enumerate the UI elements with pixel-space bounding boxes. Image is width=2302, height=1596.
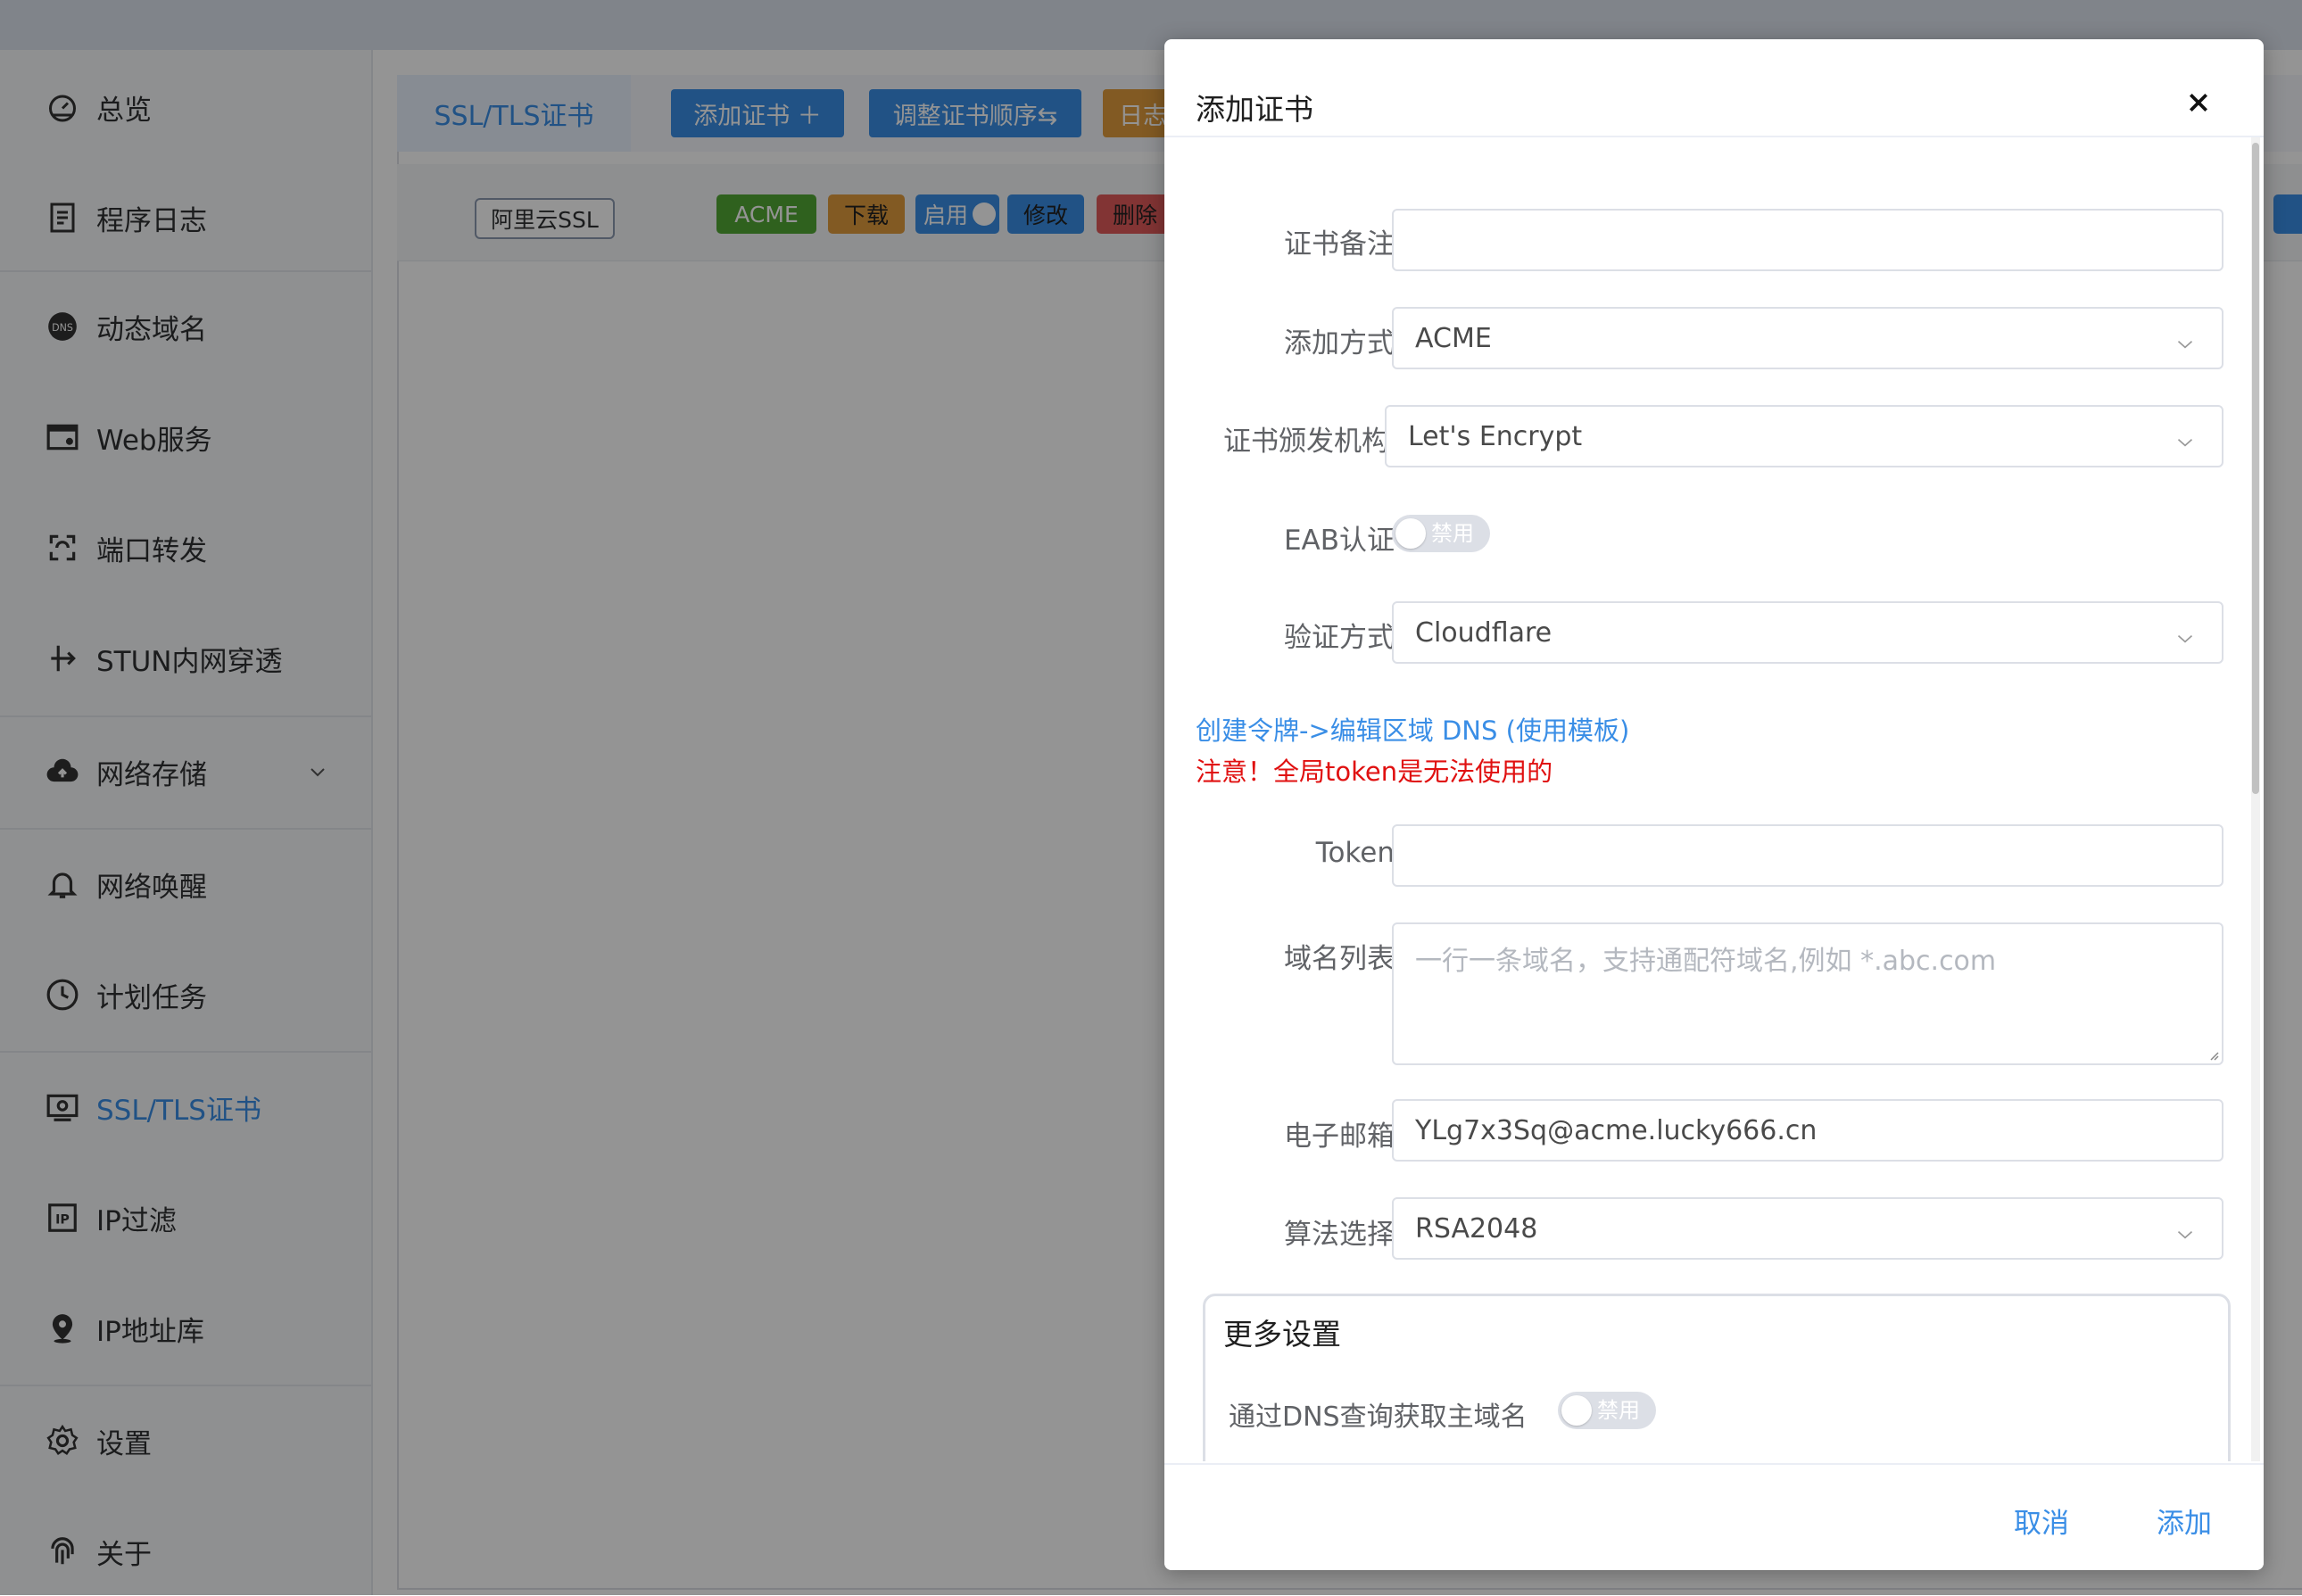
method-value: ACME <box>1415 322 1492 354</box>
confirm-add-button[interactable]: 添加 <box>2157 1501 2212 1541</box>
ca-value: Let's Encrypt <box>1408 420 1583 452</box>
email-label: 电子邮箱 <box>1284 1121 1395 1153</box>
token-input[interactable] <box>1392 824 2223 887</box>
dns-lookup-label: 通过DNS查询获取主域名 <box>1229 1402 1528 1433</box>
cancel-button[interactable]: 取消 <box>2014 1501 2069 1541</box>
method-select[interactable]: ACME <box>1392 307 2223 369</box>
email-value: YLg7x3Sq@acme.lucky666.cn <box>1415 1114 1818 1146</box>
create-token-link[interactable]: 创建令牌->编辑区域 DNS (使用模板) <box>1196 710 1629 748</box>
dialog-body: 证书备注 添加方式 ACME 证书颁发机构 Let's Encrypt EAB认… <box>1164 137 2264 1461</box>
resize-handle-icon[interactable] <box>2206 1047 2220 1062</box>
chevron-down-icon <box>2175 329 2195 349</box>
close-icon[interactable] <box>2180 84 2217 121</box>
remark-label: 证书备注 <box>1284 228 1395 260</box>
method-label: 添加方式 <box>1284 327 1395 360</box>
email-input[interactable]: YLg7x3Sq@acme.lucky666.cn <box>1392 1099 2223 1162</box>
eab-switch[interactable]: 禁用 <box>1392 515 1490 552</box>
domains-placeholder: 一行一条域名，支持通配符域名,例如 *.abc.com <box>1415 946 1997 977</box>
chevron-down-icon <box>2175 1220 2195 1239</box>
chevron-down-icon <box>2175 427 2195 447</box>
eab-label: EAB认证 <box>1283 525 1395 557</box>
verify-select[interactable]: Cloudflare <box>1392 601 2223 664</box>
domains-label: 域名列表 <box>1284 943 1395 975</box>
domains-textarea[interactable]: 一行一条域名，支持通配符域名,例如 *.abc.com <box>1392 922 2223 1065</box>
more-settings-title: 更多设置 <box>1223 1317 1341 1352</box>
algo-label: 算法选择 <box>1284 1219 1395 1251</box>
ca-select[interactable]: Let's Encrypt <box>1385 405 2223 467</box>
dialog-title: 添加证书 <box>1196 92 1313 127</box>
chevron-down-icon <box>2175 624 2195 643</box>
dns-lookup-switch[interactable]: 禁用 <box>1558 1392 1656 1429</box>
verify-label: 验证方式 <box>1284 622 1395 654</box>
dialog-footer: 取消 添加 <box>1164 1463 2264 1570</box>
verify-value: Cloudflare <box>1415 616 1553 649</box>
scrollbar-thumb[interactable] <box>2252 143 2259 794</box>
switch-knob <box>1395 518 1426 549</box>
remark-input[interactable] <box>1392 209 2223 271</box>
add-cert-dialog: 添加证书 证书备注 添加方式 ACME 证书颁发机构 Let's Encrypt… <box>1164 39 2264 1570</box>
dns-lookup-state: 禁用 <box>1597 1398 1640 1423</box>
token-label: Token <box>1315 837 1395 869</box>
algo-select[interactable]: RSA2048 <box>1392 1197 2223 1260</box>
token-warning: 注意！全局token是无法使用的 <box>1196 757 1553 787</box>
more-settings-box: 更多设置 通过DNS查询获取主域名 禁用 <box>1203 1294 2231 1461</box>
algo-value: RSA2048 <box>1415 1212 1538 1245</box>
switch-knob <box>1561 1395 1592 1426</box>
ca-label: 证书颁发机构 <box>1223 426 1389 458</box>
eab-state: 禁用 <box>1431 521 1474 546</box>
